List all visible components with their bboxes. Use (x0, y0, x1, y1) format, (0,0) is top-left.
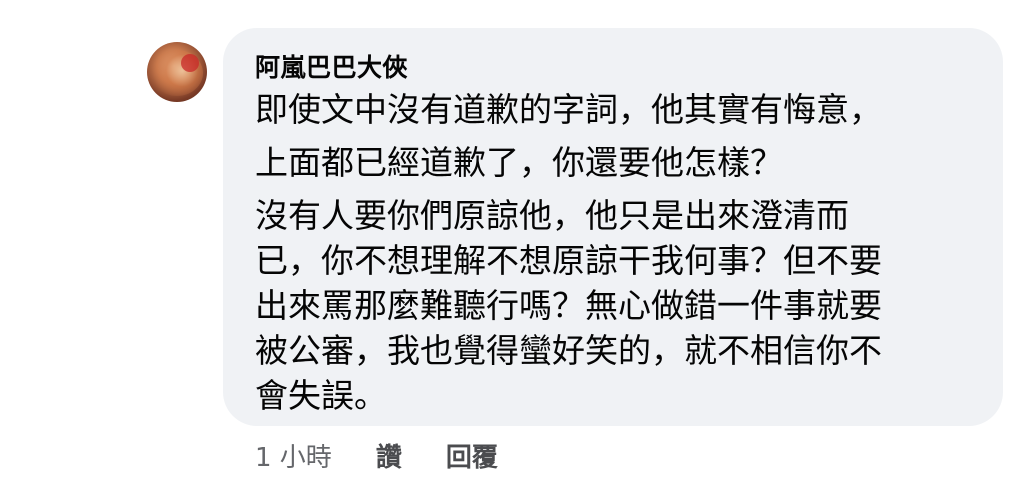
timestamp[interactable]: 1 小時 (255, 437, 332, 474)
avatar[interactable] (147, 42, 207, 102)
comment-line: 已，你不想理解不想原諒干我何事？但不要 (255, 241, 882, 280)
comment: 阿嵐巴巴大俠 即使文中沒有道歉的字詞，他其實有悔意， 上面都已經道歉了，你還要他… (0, 0, 1024, 482)
comment-actions: 1 小時 讚 回覆 (255, 433, 498, 477)
like-button[interactable]: 讚 (376, 437, 402, 474)
reply-button[interactable]: 回覆 (446, 437, 498, 474)
comment-line: 被公審，我也覺得蠻好笑的，就不相信你不 (255, 331, 882, 370)
comment-line: 會失誤。 (255, 376, 387, 415)
comment-line: 出來罵那麼難聽行嗎？無心做錯一件事就要 (255, 286, 882, 325)
author-name[interactable]: 阿嵐巴巴大俠 (255, 48, 408, 84)
comment-line: 即使文中沒有道歉的字詞，他其實有悔意， (255, 90, 882, 129)
comment-text: 即使文中沒有道歉的字詞，他其實有悔意， 上面都已經道歉了，你還要他怎樣？ 沒有人… (255, 87, 985, 418)
avatar-accent (181, 54, 199, 72)
comment-line: 上面都已經道歉了，你還要他怎樣？ (255, 143, 783, 182)
comment-line: 沒有人要你們原諒他，他只是出來澄清而 (255, 196, 849, 235)
